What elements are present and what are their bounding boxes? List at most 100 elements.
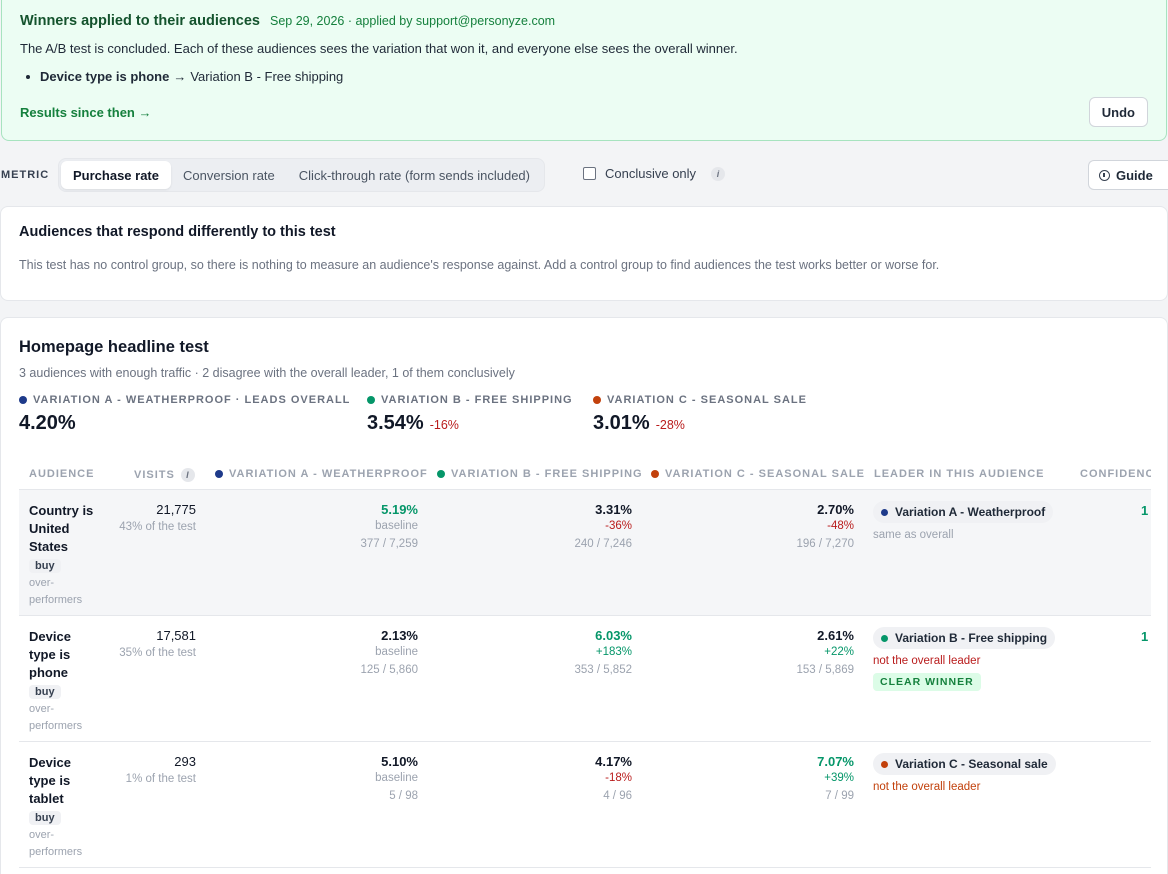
audiences-card-text: This test has no control group, so there…: [19, 258, 940, 272]
applied-variation: Variation B - Free shipping: [190, 69, 344, 84]
rate-counts: 240 / 7,246: [574, 538, 632, 550]
conclusive-only-toggle[interactable]: Conclusive only i: [583, 166, 726, 181]
variation-a-cell: 5.19% baseline 377 / 7,259: [360, 502, 418, 550]
info-icon[interactable]: i: [180, 468, 195, 482]
variation-b-dot: [881, 634, 888, 642]
rate: 6.03%: [595, 628, 632, 643]
leader-pill: Variation C - Seasonal sale: [873, 753, 1056, 775]
rate-delta: baseline: [375, 520, 418, 532]
applied-audience: Device type is phone: [40, 69, 170, 84]
column-visits-label: Visits: [134, 469, 175, 481]
metric-option-click-through-rate[interactable]: Click-through rate (form sends included): [287, 161, 542, 189]
guide-label: Guide: [1116, 167, 1153, 183]
overall-value: 3.54%: [367, 412, 424, 434]
banner-meta: Sep 29, 2026 · applied by support@person…: [269, 14, 556, 28]
metric-selector: Purchase rate Conversion rate Click-thro…: [58, 158, 545, 192]
rate: 2.13%: [381, 628, 418, 643]
column-variation-c-label: Variation C - Seasonal sale: [665, 468, 865, 480]
leader-cell: Variation C - Seasonal sale not the over…: [873, 753, 1056, 793]
results-since-link[interactable]: Results since then →: [20, 105, 151, 120]
audience-name: Device type is tablet: [29, 755, 71, 806]
variation-c-dot: [593, 396, 601, 404]
rate-delta: baseline: [375, 646, 418, 658]
rate-counts: 125 / 5,860: [360, 664, 418, 676]
overall-label: Variation A - Weatherproof · leads overa…: [33, 394, 351, 406]
audience-note: over-performers: [29, 829, 83, 858]
table-header: Audience Visits i Variation A - Weatherp…: [19, 460, 1151, 490]
audience-cell: Country is United States buy over-perfor…: [29, 502, 99, 609]
visits-share: 43% of the test: [119, 521, 196, 533]
info-icon[interactable]: i: [711, 166, 726, 181]
audience-name: Device type is phone: [29, 629, 71, 680]
overall-value: 4.20%: [19, 412, 76, 434]
variation-a-dot: [19, 396, 27, 404]
column-confidence[interactable]: Confidenc: [1080, 468, 1151, 480]
table-row[interactable]: Device type is phone buy over-performers…: [19, 616, 1151, 742]
table-row[interactable]: Device type is tablet buy over-performer…: [19, 742, 1151, 868]
banner-header: Winners applied to their audiences Sep 2…: [20, 13, 555, 29]
visits-share: 1% of the test: [125, 773, 196, 785]
visits-count: 293: [174, 754, 196, 769]
variation-b-dot: [437, 470, 445, 478]
column-visits[interactable]: Visits i: [134, 468, 195, 482]
arrow-icon: →: [173, 69, 187, 84]
variation-c-cell: 2.70% -48% 196 / 7,270: [796, 502, 854, 550]
leader-cell: Variation A - Weatherproof same as overa…: [873, 501, 1054, 541]
audience-cell: Device type is phone buy over-performers: [29, 628, 99, 735]
banner-title: Winners applied to their audiences: [20, 13, 260, 29]
banner-description: The A/B test is concluded. Each of these…: [20, 41, 738, 56]
rate: 2.70%: [817, 502, 854, 517]
overall-delta: -16%: [429, 418, 459, 432]
audience-note: over-performers: [29, 577, 83, 606]
rate: 7.07%: [817, 754, 854, 769]
applied-winner-item: Device type is phone → Variation B - Fre…: [26, 69, 343, 84]
rate: 4.17%: [595, 754, 632, 769]
table-row[interactable]: Country is United States buy over-perfor…: [19, 490, 1151, 616]
rate-counts: 196 / 7,270: [796, 538, 854, 550]
column-variation-a[interactable]: Variation A - Weatherproof: [215, 468, 428, 480]
leader-note: not the overall leader: [873, 655, 981, 667]
rate: 3.31%: [595, 502, 632, 517]
variation-c-dot: [881, 760, 888, 768]
rate-delta: -48%: [827, 520, 854, 532]
variation-b-cell: 6.03% +183% 353 / 5,852: [574, 628, 632, 676]
variation-b-cell: 3.31% -36% 240 / 7,246: [574, 502, 632, 550]
audience-cell: Device type is tablet buy over-performer…: [29, 754, 99, 861]
variation-a-dot: [215, 470, 223, 478]
audiences-respond-card: Audiences that respond differently to th…: [0, 206, 1168, 301]
variation-a-dot: [881, 508, 888, 516]
leader-name: Variation B - Free shipping: [895, 631, 1048, 645]
column-variation-c[interactable]: Variation C - Seasonal sale: [651, 468, 865, 480]
column-leader[interactable]: Leader in this audience: [874, 468, 1045, 480]
audience-table: Audience Visits i Variation A - Weatherp…: [19, 460, 1151, 868]
rate-delta: +183%: [595, 646, 632, 658]
leader-note: not the overall leader: [873, 781, 981, 793]
audience-tag: buy: [29, 685, 61, 699]
test-title: Homepage headline test: [19, 338, 209, 356]
metric-option-purchase-rate[interactable]: Purchase rate: [61, 161, 171, 189]
variation-c-dot: [651, 470, 659, 478]
conclusive-only-checkbox[interactable]: [583, 167, 596, 180]
confidence-value: 1: [1141, 503, 1149, 518]
column-audience[interactable]: Audience: [29, 468, 94, 480]
undo-button[interactable]: Undo: [1088, 97, 1148, 127]
rate-delta: +39%: [824, 772, 854, 784]
overall-variation-c: Variation C - Seasonal sale 3.01% -28%: [593, 394, 807, 435]
conclusive-only-label: Conclusive only: [605, 166, 697, 181]
variation-b-dot: [367, 396, 375, 404]
variation-b-cell: 4.17% -18% 4 / 96: [595, 754, 632, 802]
guide-button[interactable]: Guide: [1088, 160, 1168, 190]
test-subtitle: 3 audiences with enough traffic · 2 disa…: [19, 366, 515, 380]
overall-variation-b: Variation B - Free shipping 3.54% -16%: [367, 394, 573, 435]
rate: 5.10%: [381, 754, 418, 769]
audience-name: Country is United States: [29, 503, 94, 554]
metric-option-conversion-rate[interactable]: Conversion rate: [171, 161, 287, 189]
column-variation-a-label: Variation A - Weatherproof: [229, 468, 428, 480]
variation-a-cell: 2.13% baseline 125 / 5,860: [360, 628, 418, 676]
visits-cell: 293 1% of the test: [126, 754, 196, 785]
column-variation-b[interactable]: Variation B - Free shipping: [437, 468, 643, 480]
overall-label: Variation B - Free shipping: [381, 394, 573, 406]
leader-pill: Variation A - Weatherproof: [873, 501, 1054, 523]
variation-c-cell: 2.61% +22% 153 / 5,869: [796, 628, 854, 676]
bullet: [26, 74, 30, 79]
